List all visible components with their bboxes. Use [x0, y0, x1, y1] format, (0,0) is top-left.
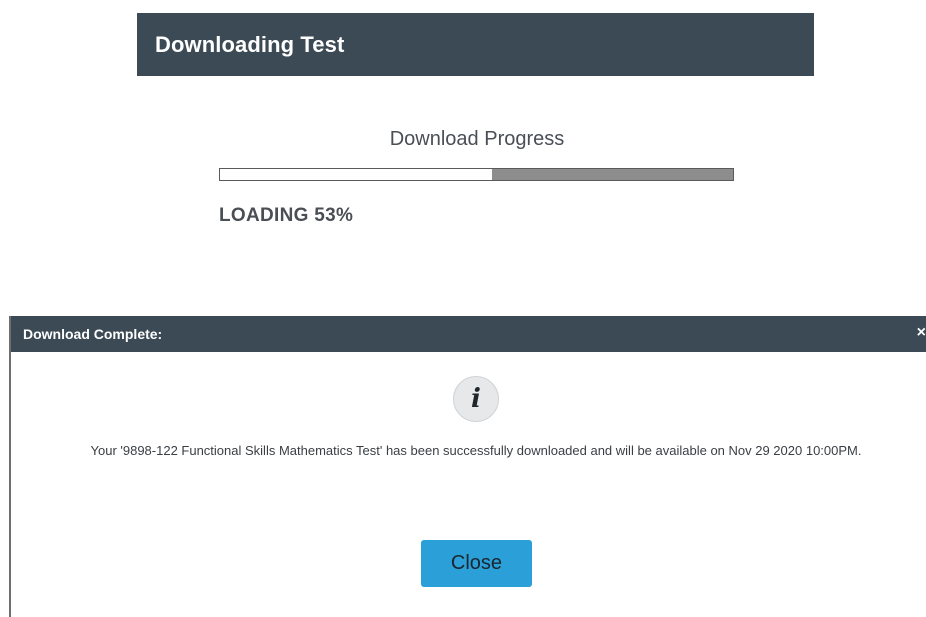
info-icon: i — [453, 376, 499, 422]
downloading-test-title: Downloading Test — [155, 31, 345, 57]
download-progress-bar — [219, 168, 734, 181]
downloading-test-header: Downloading Test — [137, 13, 814, 76]
download-progress-fill — [220, 169, 492, 180]
dialog-title: Download Complete: — [23, 326, 163, 342]
close-button[interactable]: Close — [421, 540, 532, 587]
download-progress-label: Download Progress — [389, 128, 565, 150]
close-icon[interactable]: × — [917, 324, 926, 342]
download-complete-dialog: Download Complete: × i Your '9898-122 Fu… — [9, 316, 926, 617]
loading-status-text: LOADING 53% — [219, 205, 354, 226]
download-complete-message: Your '9898-122 Functional Skills Mathema… — [90, 443, 862, 458]
info-icon-glyph: i — [471, 384, 481, 414]
dialog-header: Download Complete: × — [11, 316, 926, 352]
